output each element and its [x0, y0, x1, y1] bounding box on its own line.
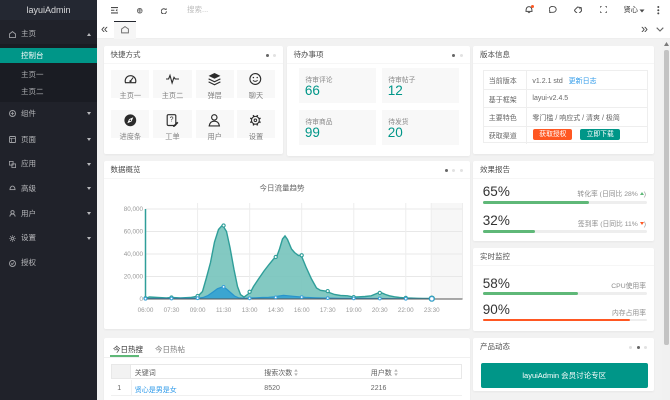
- svg-text:40,000: 40,000: [123, 251, 143, 258]
- svg-text:07:30: 07:30: [163, 307, 179, 314]
- svg-text:09:00: 09:00: [189, 307, 205, 314]
- svg-text:0: 0: [139, 296, 143, 303]
- svg-text:16:00: 16:00: [293, 307, 309, 314]
- svg-text:13:00: 13:00: [241, 307, 257, 314]
- svg-text:20:30: 20:30: [371, 307, 387, 314]
- svg-text:今日流量趋势: 今日流量趋势: [259, 182, 304, 192]
- svg-text:17:30: 17:30: [319, 307, 335, 314]
- svg-text:19:00: 19:00: [345, 307, 361, 314]
- svg-text:20,000: 20,000: [123, 273, 143, 280]
- svg-text:?: ?: [170, 116, 174, 123]
- svg-text:60,000: 60,000: [123, 228, 143, 235]
- svg-text:23:30: 23:30: [423, 307, 439, 314]
- svg-text:06:00: 06:00: [137, 307, 153, 314]
- svg-text:11:30: 11:30: [215, 307, 231, 314]
- svg-text:80,000: 80,000: [123, 206, 143, 213]
- svg-text:22:00: 22:00: [397, 307, 413, 314]
- svg-text:14:30: 14:30: [267, 307, 283, 314]
